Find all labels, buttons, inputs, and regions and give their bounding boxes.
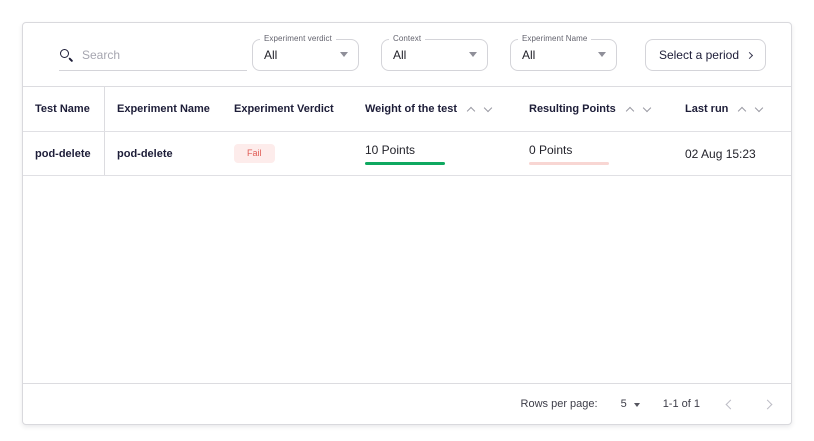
- last-run-cell: 02 Aug 15:23: [661, 132, 791, 175]
- sort-down-icon[interactable]: [643, 104, 651, 112]
- experiments-results-card: Experiment verdict All Context All Exper…: [22, 22, 792, 425]
- select-period-label: Select a period: [659, 48, 739, 62]
- chevron-down-icon: [598, 52, 606, 57]
- chevron-right-icon[interactable]: [763, 399, 773, 409]
- chevron-right-icon: [746, 51, 753, 58]
- column-header-label: Last run: [685, 103, 728, 115]
- weight-cell: 10 Points: [353, 132, 517, 175]
- sort-controls: [739, 104, 762, 114]
- resulting-points-cell: 0 Points: [517, 132, 661, 175]
- resulting-points: 0 Points: [529, 143, 609, 165]
- column-header-experiment-name: Experiment Name: [105, 87, 222, 131]
- rows-per-page-select[interactable]: 5: [621, 398, 640, 410]
- last-run-value: 02 Aug 15:23: [685, 147, 756, 161]
- verdict-badge: Fail: [234, 144, 275, 163]
- rows-per-page-value: 5: [621, 398, 627, 410]
- column-header-label: Test Name: [35, 103, 90, 115]
- column-header-test-name: Test Name: [23, 87, 105, 131]
- pagination-range-label: 1-1 of 1: [663, 398, 700, 410]
- dropdown-value: All: [522, 48, 535, 62]
- search-input[interactable]: [82, 48, 247, 62]
- context-dropdown[interactable]: Context All: [381, 39, 488, 71]
- test-name-cell: pod-delete: [23, 132, 105, 175]
- table-row[interactable]: pod-delete pod-delete Fail 10 Points 0 P…: [23, 132, 791, 176]
- rows-per-page-label: Rows per page:: [521, 398, 598, 410]
- sort-up-icon[interactable]: [467, 107, 475, 115]
- experiment-name-cell: pod-delete: [105, 132, 222, 175]
- filter-dropdown-group: Experiment verdict All Context All Exper…: [252, 39, 617, 71]
- column-header-label: Experiment Verdict: [234, 103, 334, 115]
- column-header-last-run: Last run: [661, 87, 791, 131]
- chevron-left-icon[interactable]: [726, 399, 736, 409]
- chevron-down-icon: [340, 52, 348, 57]
- weight-progress-bar: [365, 162, 445, 165]
- sort-down-icon[interactable]: [484, 104, 492, 112]
- sort-controls: [627, 104, 650, 114]
- dropdown-label: Experiment verdict: [260, 34, 336, 43]
- column-header-experiment-verdict: Experiment Verdict: [222, 87, 353, 131]
- select-period-button[interactable]: Select a period: [645, 39, 766, 71]
- table-header-row: Test Name Experiment Name Experiment Ver…: [23, 87, 791, 132]
- dropdown-value: All: [264, 48, 277, 62]
- column-header-resulting-points: Resulting Points: [517, 87, 661, 131]
- search-box[interactable]: [59, 45, 247, 71]
- sort-up-icon[interactable]: [626, 107, 634, 115]
- test-name-value: pod-delete: [35, 148, 91, 160]
- experiment-name-dropdown[interactable]: Experiment Name All: [510, 39, 617, 71]
- dropdown-label: Context: [389, 34, 425, 43]
- chevron-down-icon: [634, 403, 640, 407]
- filter-bar: Experiment verdict All Context All Exper…: [23, 23, 791, 87]
- dropdown-value: All: [393, 48, 406, 62]
- pagination-arrows: [727, 401, 771, 408]
- experiment-verdict-cell: Fail: [222, 132, 353, 175]
- search-icon: [59, 48, 73, 62]
- pagination-footer: Rows per page: 5 1-1 of 1: [23, 383, 791, 424]
- sort-up-icon[interactable]: [738, 107, 746, 115]
- column-header-label: Resulting Points: [529, 103, 616, 115]
- column-header-weight: Weight of the test: [353, 87, 517, 131]
- resulting-progress-bar: [529, 162, 609, 165]
- experiment-verdict-dropdown[interactable]: Experiment verdict All: [252, 39, 359, 71]
- sort-down-icon[interactable]: [755, 104, 763, 112]
- experiment-name-value: pod-delete: [117, 148, 173, 160]
- table-empty-area: [23, 176, 791, 383]
- column-header-label: Weight of the test: [365, 103, 457, 115]
- column-header-label: Experiment Name: [117, 103, 210, 115]
- sort-controls: [468, 104, 491, 114]
- dropdown-label: Experiment Name: [518, 34, 592, 43]
- weight-points: 10 Points: [365, 143, 445, 165]
- chevron-down-icon: [469, 52, 477, 57]
- resulting-points-value: 0 Points: [529, 143, 609, 157]
- weight-value: 10 Points: [365, 143, 445, 157]
